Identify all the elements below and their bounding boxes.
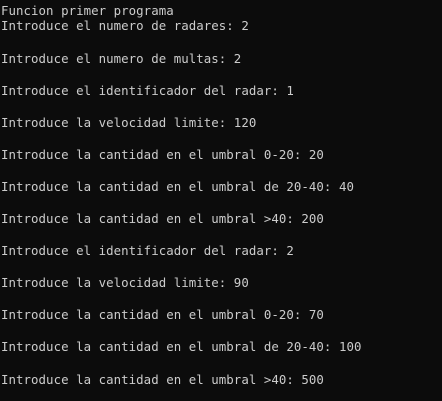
console-line: Introduce la velocidad limite: 120	[1, 115, 257, 130]
console-line: Introduce la cantidad en el umbral de 20…	[1, 179, 354, 194]
console-line: Introduce la cantidad en el umbral de 20…	[1, 339, 362, 354]
console-line: Introduce el identificador del radar: 1	[1, 83, 294, 98]
console-line: Introduce la cantidad en el umbral 0-20:…	[1, 307, 324, 322]
console-line: Introduce la velocidad limite: 90	[1, 275, 249, 290]
console-line: Introduce la cantidad en el umbral >40: …	[1, 372, 324, 387]
console-line: Introduce el numero de radares: 2	[1, 18, 249, 33]
console-output[interactable]: Funcion primer programa Introduce el num…	[0, 0, 442, 401]
console-line: Introduce el numero de multas: 2	[1, 51, 242, 66]
console-line: Introduce la cantidad en el umbral 0-20:…	[1, 147, 324, 162]
console-line: Introduce la cantidad en el umbral >40: …	[1, 211, 324, 226]
console-line: Introduce el identificador del radar: 2	[1, 243, 294, 258]
program-title-line: Funcion primer programa	[1, 3, 174, 18]
